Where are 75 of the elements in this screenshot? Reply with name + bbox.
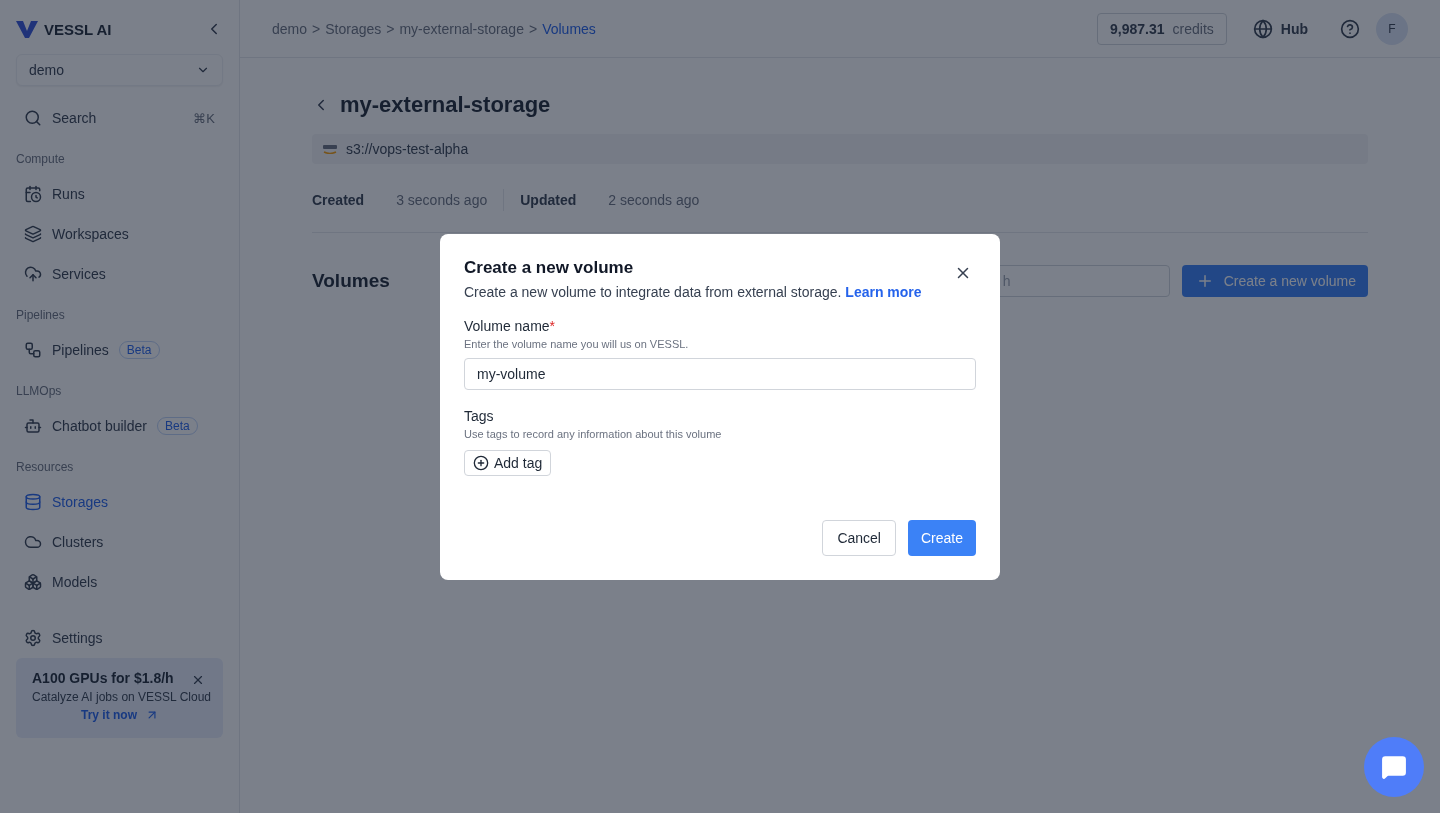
cloud-icon (24, 533, 42, 551)
nav-item[interactable]: Pipelines Beta (16, 330, 223, 370)
breadcrumb-separator: > (386, 20, 395, 37)
chat-button[interactable] (1364, 737, 1424, 797)
nav-item[interactable]: Clusters (16, 522, 223, 562)
nav-item[interactable]: Models (16, 562, 223, 602)
promo-title: A100 GPUs for $1.8/h (32, 670, 174, 686)
learn-more-link[interactable]: Learn more (845, 283, 922, 300)
shortcut-hint: ⌘K (193, 110, 215, 126)
database-icon (24, 493, 42, 511)
create-button[interactable]: Create (907, 519, 976, 556)
page-title: my-external-storage (340, 92, 551, 118)
hub-button[interactable]: Hub (1246, 17, 1314, 40)
meta-label: Created (312, 192, 365, 208)
nav-label: Services (52, 266, 106, 282)
nav-item[interactable]: Storages (16, 482, 223, 522)
breadcrumb-link[interactable]: Storages (325, 20, 382, 37)
nav-label: Workspaces (52, 226, 129, 242)
section-heading: Pipelines (16, 308, 66, 324)
section-heading: Resources (16, 460, 75, 476)
logo-icon (16, 20, 38, 38)
nav-item[interactable]: Runs (16, 174, 223, 214)
workspace-select[interactable]: demo (16, 54, 223, 86)
breadcrumb-link[interactable]: my-external-storage (399, 20, 524, 37)
avatar[interactable]: F (1376, 12, 1408, 45)
nav-label: Chatbot builder (52, 418, 147, 434)
nav-label: Models (52, 574, 98, 590)
layers-icon (24, 225, 42, 243)
settings-item[interactable]: Settings (16, 618, 223, 658)
cloud-upload-icon (24, 265, 42, 283)
plus-circle-icon (473, 454, 489, 471)
search-item[interactable]: Search ⌘K (16, 98, 223, 138)
breadcrumb-link[interactable]: Volumes (542, 20, 596, 37)
credits-label: credits (1172, 20, 1214, 37)
nav-item[interactable]: Services (16, 254, 223, 294)
nav-label: Storages (52, 494, 109, 510)
settings-icon (24, 629, 42, 647)
add-tag-button[interactable]: Add tag (464, 449, 552, 476)
breadcrumb-link[interactable]: demo (272, 20, 308, 37)
chat-icon (1381, 754, 1407, 780)
close-icon[interactable] (191, 673, 205, 687)
breadcrumb-separator: > (528, 20, 538, 37)
section-title: Volumes (312, 270, 390, 292)
globe-icon (1252, 18, 1273, 39)
path-text: s3://vops-test-alpha (346, 141, 469, 157)
dialog-title: Create a new volume (464, 257, 634, 278)
robot-icon (24, 417, 42, 435)
brand-name: VESSL AI (44, 20, 112, 38)
cloud-provider-icon (322, 144, 338, 154)
cubes-icon (24, 573, 42, 591)
help-icon[interactable] (1340, 18, 1360, 39)
meta-value: 2 seconds ago (608, 192, 700, 208)
field-label: Tags (464, 407, 495, 424)
volume-name-field[interactable]: my-volume (464, 357, 976, 390)
credits-value: 9,987.31 (1110, 20, 1165, 37)
meta-value: 3 seconds ago (396, 192, 488, 208)
meta-label: Updated (520, 192, 577, 208)
field-hint: Enter the volume name you will us on VESSL. (464, 337, 690, 350)
nav-label: Clusters (52, 534, 104, 550)
field-label: Volume name* (464, 317, 557, 334)
breadcrumb-separator: > (312, 20, 321, 37)
workflow-icon (24, 341, 42, 359)
create-volume-button[interactable]: Create a new volume (1181, 265, 1368, 297)
nav-item[interactable]: Chatbot builder Beta (16, 406, 223, 446)
section-heading: Compute (16, 152, 66, 168)
try-link[interactable]: Try it now (81, 708, 159, 722)
dialog-description: Create a new volume to integrate data from external storage. Learn more (464, 283, 923, 300)
calendar-icon (24, 185, 42, 203)
section-heading: LLMOps (16, 384, 63, 400)
nav-label: Runs (52, 186, 85, 202)
nav-label: Pipelines (52, 342, 109, 358)
cancel-button[interactable]: Cancel (822, 519, 896, 556)
field-hint: Use tags to record any information about this volume (464, 427, 723, 440)
nav-item[interactable]: Workspaces (16, 214, 223, 254)
search-icon (24, 109, 42, 127)
